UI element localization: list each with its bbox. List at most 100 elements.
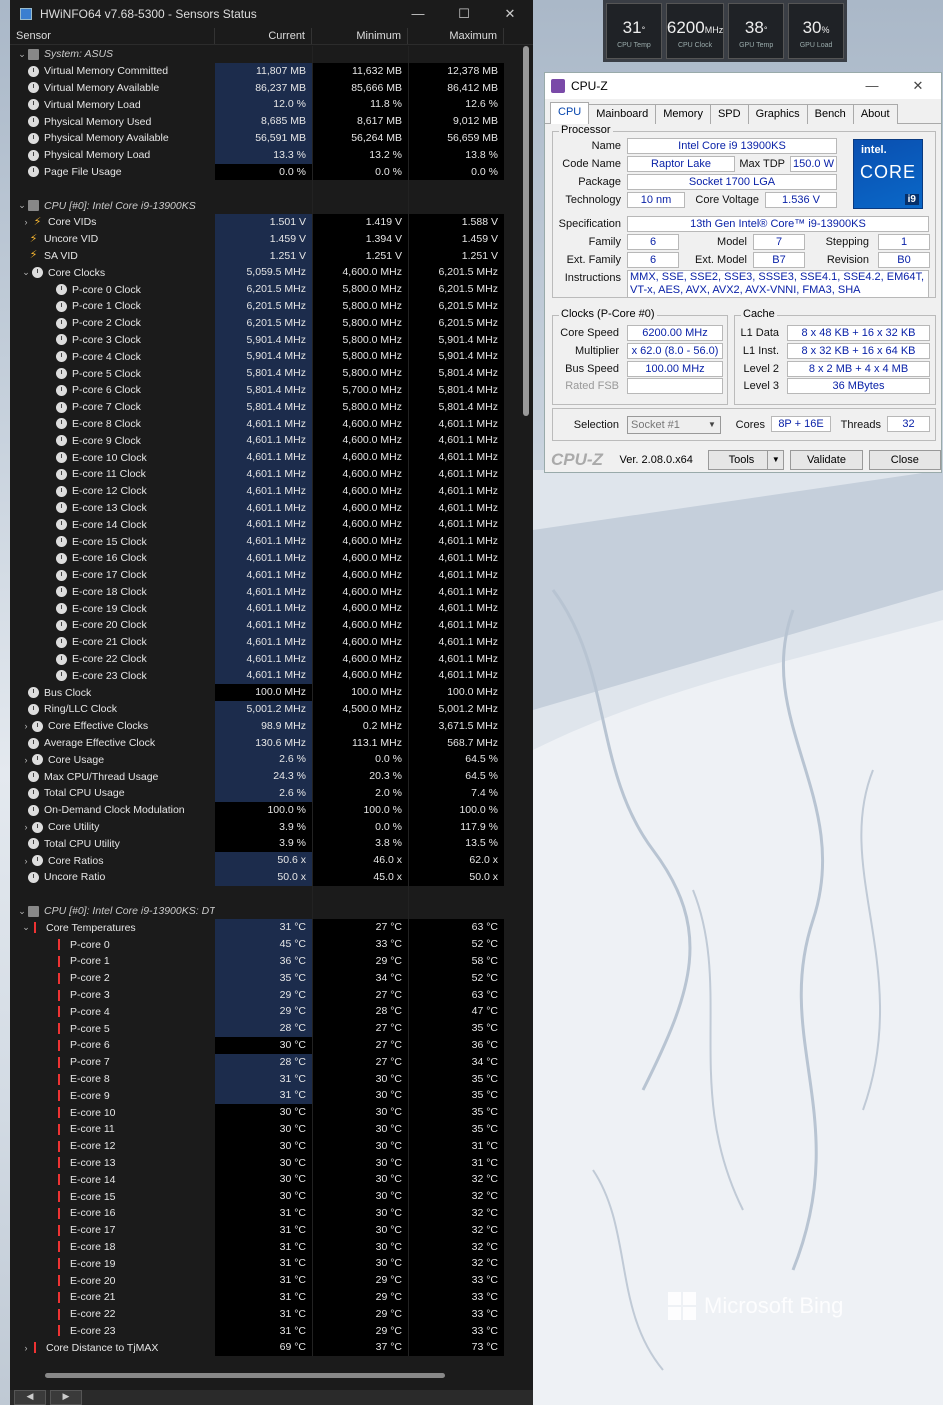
sensor-row[interactable]: › Core Ratios 50.6 x 46.0 x 62.0 x: [10, 852, 520, 870]
sensor-row[interactable]: E-core 13 Clock 4,601.1 MHz 4,600.0 MHz 4,6…: [10, 499, 520, 517]
sensor-row[interactable]: Virtual Memory Available 86,237 MB 85,666 …: [10, 79, 520, 97]
sensor-row[interactable]: E-core 12 Clock 4,601.1 MHz 4,600.0 MHz 4,6…: [10, 482, 520, 500]
sensor-row[interactable]: Bus Clock 100.0 MHz 100.0 MHz 100.0 MHz: [10, 684, 520, 702]
sensor-group-header[interactable]: ⌄ CPU [#0]: Intel Core i9-13900KS: [10, 197, 520, 214]
sensor-row[interactable]: Max CPU/Thread Usage 24.3 % 20.3 % 64.5 %: [10, 768, 520, 786]
chevron-down-icon[interactable]: ▼: [767, 450, 783, 469]
sensor-row[interactable]: P-core 6 Clock 5,801.4 MHz 5,700.0 MHz 5,80…: [10, 381, 520, 399]
minimize-icon[interactable]: —: [849, 78, 895, 94]
sensor-row[interactable]: E-core 23 Clock 4,601.1 MHz 4,600.0 MHz 4,6…: [10, 667, 520, 685]
sensor-row[interactable]: E-core 18 Clock 4,601.1 MHz 4,600.0 MHz 4,6…: [10, 583, 520, 601]
sensor-row[interactable]: E-core 14 Clock 4,601.1 MHz 4,600.0 MHz 4,6…: [10, 516, 520, 534]
sensor-row[interactable]: Total CPU Utility 3.9 % 3.8 % 13.5 %: [10, 835, 520, 853]
sensor-row[interactable]: E-core 14 30 °C 30 °C 32 °C: [10, 1171, 520, 1189]
nav-left-icon[interactable]: ◀: [14, 1390, 46, 1405]
sensor-row[interactable]: E-core 13 30 °C 30 °C 31 °C: [10, 1154, 520, 1172]
socket-select[interactable]: Socket #1 ▼: [627, 416, 721, 434]
sensor-row[interactable]: Ring/LLC Clock 5,001.2 MHz 4,500.0 MHz 5,00…: [10, 701, 520, 718]
sensor-row[interactable]: ⌄ Core Temperatures 31 °C 27 °C 63 °C: [10, 919, 520, 937]
sensor-row[interactable]: E-core 9 Clock 4,601.1 MHz 4,600.0 MHz 4,60…: [10, 432, 520, 450]
sensor-row[interactable]: ⚡ Uncore VID 1.459 V 1.394 V 1.459 V: [10, 230, 520, 248]
sensor-row[interactable]: P-core 0 45 °C 33 °C 52 °C: [10, 936, 520, 954]
chevron-right-icon[interactable]: ›: [20, 856, 32, 866]
sensor-row[interactable]: P-core 6 30 °C 27 °C 36 °C: [10, 1037, 520, 1054]
sensor-group-header[interactable]: ⌄ CPU [#0]: Intel Core i9-13900KS: DTS: [10, 902, 520, 920]
sensor-row[interactable]: E-core 17 31 °C 30 °C 32 °C: [10, 1221, 520, 1239]
chevron-down-icon[interactable]: ⌄: [20, 267, 32, 278]
sensor-row[interactable]: Uncore Ratio 50.0 x 45.0 x 50.0 x: [10, 869, 520, 886]
sensor-row[interactable]: E-core 20 31 °C 29 °C 33 °C: [10, 1272, 520, 1289]
tab-cpu[interactable]: CPU: [550, 102, 590, 124]
sensor-row[interactable]: E-core 21 31 °C 29 °C 33 °C: [10, 1288, 520, 1306]
sensor-row[interactable]: P-core 2 35 °C 34 °C 52 °C: [10, 969, 520, 987]
sensor-row[interactable]: E-core 20 Clock 4,601.1 MHz 4,600.0 MHz 4,6…: [10, 617, 520, 634]
tools-button[interactable]: Tools ▼: [707, 449, 785, 470]
column-maximum[interactable]: Maximum: [408, 28, 504, 44]
column-sensor[interactable]: Sensor: [10, 28, 215, 44]
sensor-row[interactable]: ⚡ SA VID 1.251 V 1.251 V 1.251 V: [10, 247, 520, 265]
sensor-row[interactable]: E-core 11 Clock 4,601.1 MHz 4,600.0 MHz 4,6…: [10, 465, 520, 483]
sensor-row[interactable]: E-core 16 Clock 4,601.1 MHz 4,600.0 MHz 4,6…: [10, 549, 520, 567]
sensor-row[interactable]: P-core 5 Clock 5,801.4 MHz 5,800.0 MHz 5,80…: [10, 365, 520, 382]
chevron-down-icon[interactable]: ⌄: [16, 49, 28, 60]
maximize-icon[interactable]: ☐: [441, 6, 487, 22]
sensor-row[interactable]: P-core 3 29 °C 27 °C 63 °C: [10, 986, 520, 1004]
tab-graphics[interactable]: Graphics: [747, 104, 808, 124]
cpuz-titlebar[interactable]: CPU-Z — ✕: [545, 73, 941, 99]
sensor-row[interactable]: P-core 7 28 °C 27 °C 34 °C: [10, 1053, 520, 1071]
chevron-down-icon[interactable]: ⌄: [16, 906, 28, 917]
sensor-row[interactable]: E-core 15 30 °C 30 °C 32 °C: [10, 1188, 520, 1205]
horizontal-scrollbar[interactable]: [45, 1373, 445, 1378]
sensor-row[interactable]: E-core 23 31 °C 29 °C 33 °C: [10, 1322, 520, 1340]
sensor-row[interactable]: P-core 4 Clock 5,901.4 MHz 5,800.0 MHz 5,90…: [10, 348, 520, 366]
close-icon[interactable]: ✕: [487, 6, 533, 22]
sensor-row[interactable]: Virtual Memory Committed 11,807 MB 11,632 …: [10, 62, 520, 80]
sensor-row[interactable]: E-core 16 31 °C 30 °C 32 °C: [10, 1204, 520, 1222]
tab-about[interactable]: About: [852, 104, 898, 124]
sensor-row[interactable]: › Core Effective Clocks 98.9 MHz 0.2 MHz 3,6…: [10, 717, 520, 735]
chevron-right-icon[interactable]: ›: [20, 217, 32, 227]
validate-button[interactable]: Validate: [790, 449, 863, 470]
column-minimum[interactable]: Minimum: [312, 28, 408, 44]
sensor-row[interactable]: E-core 10 Clock 4,601.1 MHz 4,600.0 MHz 4,6…: [10, 449, 520, 466]
sensor-row[interactable]: E-core 19 31 °C 30 °C 32 °C: [10, 1255, 520, 1273]
sensor-row[interactable]: P-core 1 Clock 6,201.5 MHz 5,800.0 MHz 6,20…: [10, 297, 520, 315]
sensor-row[interactable]: E-core 22 31 °C 29 °C 33 °C: [10, 1305, 520, 1323]
sensor-row[interactable]: P-core 2 Clock 6,201.5 MHz 5,800.0 MHz 6,20…: [10, 314, 520, 332]
sensor-row[interactable]: › ⚡ Core VIDs 1.501 V 1.419 V 1.588 V: [10, 213, 520, 231]
sensor-row[interactable]: Average Effective Clock 130.6 MHz 113.1 MH…: [10, 734, 520, 752]
sensor-row[interactable]: E-core 9 31 °C 30 °C 35 °C: [10, 1087, 520, 1105]
minimize-icon[interactable]: —: [395, 6, 441, 22]
hwinfo-titlebar[interactable]: HWiNFO64 v7.68-5300 - Sensors Status — ☐…: [10, 0, 533, 28]
chevron-down-icon[interactable]: ⌄: [20, 922, 32, 933]
chevron-right-icon[interactable]: ›: [20, 755, 32, 765]
sensor-row[interactable]: Physical Memory Used 8,685 MB 8,617 MB 9,01…: [10, 113, 520, 130]
sensor-row[interactable]: P-core 7 Clock 5,801.4 MHz 5,800.0 MHz 5,80…: [10, 398, 520, 416]
chevron-right-icon[interactable]: ›: [20, 822, 32, 832]
sensor-row[interactable]: › Core Distance to TjMAX 69 °C 37 °C 73 °C: [10, 1339, 520, 1357]
sensor-row[interactable]: Total CPU Usage 2.6 % 2.0 % 7.4 %: [10, 785, 520, 802]
sensor-row[interactable]: E-core 10 30 °C 30 °C 35 °C: [10, 1104, 520, 1121]
sensor-row[interactable]: E-core 18 31 °C 30 °C 32 °C: [10, 1238, 520, 1256]
sensor-row[interactable]: P-core 3 Clock 5,901.4 MHz 5,800.0 MHz 5,90…: [10, 331, 520, 349]
sensor-row[interactable]: Page File Usage 0.0 % 0.0 % 0.0 %: [10, 163, 520, 181]
tab-memory[interactable]: Memory: [655, 104, 711, 124]
sensor-row[interactable]: E-core 8 31 °C 30 °C 35 °C: [10, 1070, 520, 1088]
sensor-row[interactable]: E-core 8 Clock 4,601.1 MHz 4,600.0 MHz 4,60…: [10, 415, 520, 433]
sensor-row[interactable]: ⌄ Core Clocks 5,059.5 MHz 4,600.0 MHz 6,201.…: [10, 264, 520, 282]
sensor-row[interactable]: Physical Memory Available 56,591 MB 56,264…: [10, 129, 520, 147]
tab-spd[interactable]: SPD: [709, 104, 749, 124]
sensor-row[interactable]: P-core 0 Clock 6,201.5 MHz 5,800.0 MHz 6,20…: [10, 281, 520, 298]
sensor-row[interactable]: E-core 12 30 °C 30 °C 31 °C: [10, 1137, 520, 1155]
sensor-row[interactable]: On-Demand Clock Modulation 100.0 % 100.0 %…: [10, 801, 520, 819]
sensor-row[interactable]: P-core 4 29 °C 28 °C 47 °C: [10, 1003, 520, 1021]
chevron-right-icon[interactable]: ›: [20, 1343, 32, 1353]
close-icon[interactable]: ✕: [895, 78, 941, 94]
sensor-row[interactable]: Physical Memory Load 13.3 % 13.2 % 13.8 %: [10, 146, 520, 164]
sensor-row[interactable]: › Core Utility 3.9 % 0.0 % 117.9 %: [10, 818, 520, 836]
chevron-down-icon[interactable]: ⌄: [16, 200, 28, 211]
tab-mainboard[interactable]: Mainboard: [588, 104, 657, 124]
nav-right-icon[interactable]: ▶: [50, 1390, 82, 1405]
vertical-scrollbar[interactable]: [523, 46, 529, 416]
tab-bench[interactable]: Bench: [806, 104, 854, 124]
